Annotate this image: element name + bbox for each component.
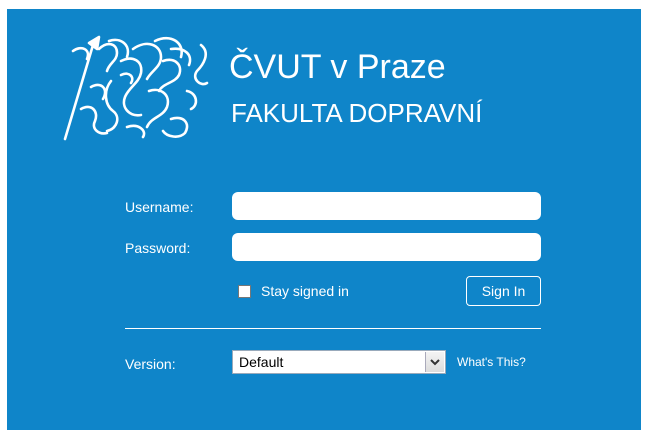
heraldic-lion-icon	[63, 35, 209, 141]
brand-title: ČVUT v Praze	[229, 48, 446, 86]
version-label: Version:	[125, 356, 176, 372]
login-panel: ČVUT v Praze FAKULTA DOPRAVNÍ Username: …	[7, 9, 641, 430]
username-label: Username:	[125, 199, 194, 215]
brand-subtitle: FAKULTA DOPRAVNÍ	[231, 98, 483, 128]
stay-signed-in-row[interactable]: Stay signed in	[238, 282, 349, 300]
divider	[125, 328, 541, 329]
whats-this-link[interactable]: What's This?	[457, 355, 526, 369]
chevron-down-icon[interactable]	[425, 352, 444, 372]
stay-signed-in-checkbox[interactable]	[238, 284, 251, 298]
username-input[interactable]	[232, 192, 541, 220]
version-selected-value: Default	[239, 354, 284, 370]
sign-in-button[interactable]: Sign In	[466, 276, 541, 306]
password-label: Password:	[125, 240, 191, 256]
password-input[interactable]	[232, 233, 541, 261]
stay-signed-in-label[interactable]: Stay signed in	[261, 283, 349, 299]
version-select[interactable]: Default	[232, 350, 446, 374]
